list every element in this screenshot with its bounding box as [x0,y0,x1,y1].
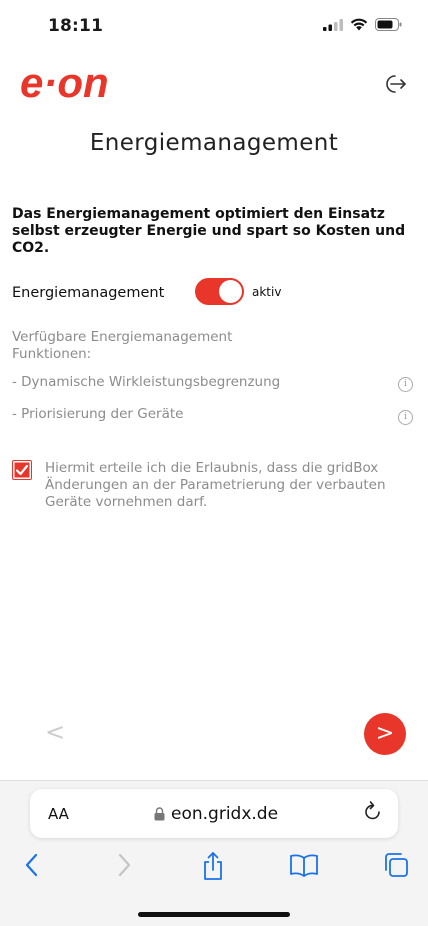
info-icon[interactable]: i [398,377,413,392]
page-title: Energiemanagement [89,130,339,156]
home-indicator [138,912,290,917]
functions-title: Verfügbare Energiemanagement Funktionen: [12,329,233,362]
energy-management-label: Energiemanagement [12,285,165,301]
battery-icon [375,18,402,31]
next-button[interactable]: > [364,713,406,755]
back-icon [25,853,38,877]
checkmark-icon [15,464,29,476]
wifi-icon [350,18,368,31]
share-icon [204,852,222,880]
feature-item-device-priority: - Priorisierung der Geräte [12,406,184,422]
forward-button[interactable] [114,851,134,883]
url-display[interactable]: eon.gridx.de [154,804,278,824]
reload-button[interactable] [363,800,383,826]
consent-text: Hiermit erteile ich die Erlaubnis, dass … [45,460,386,510]
consent-checkbox[interactable] [12,460,32,480]
status-time: 18:11 [48,16,104,36]
lock-icon [154,807,165,821]
previous-button[interactable]: < [45,718,65,746]
eon-logo: e·on [20,59,144,108]
bookmarks-icon [290,854,318,877]
back-button[interactable] [22,851,42,883]
toggle-knob [219,280,242,303]
url-text: eon.gridx.de [171,804,279,824]
bookmarks-button[interactable] [289,851,319,883]
energy-management-toggle[interactable] [195,278,244,305]
logo-text: e·on [20,64,109,104]
cellular-signal-icon [323,18,343,31]
intro-text: Das Energiemanagement optimiert den Eins… [12,206,406,256]
reload-icon [365,801,380,820]
text-size-button[interactable]: AA [48,805,69,823]
tabs-button[interactable] [382,851,410,883]
status-icons [323,18,402,31]
info-icon[interactable]: i [398,410,413,425]
logout-button[interactable] [382,73,408,99]
feature-item-dynamic-limitation: - Dynamische Wirkleistungsbegrenzung [12,374,281,390]
forward-icon [118,853,131,877]
toggle-state-label: aktiv [252,285,282,299]
tabs-icon [385,853,408,877]
share-button[interactable] [201,851,225,885]
logout-icon [386,75,406,93]
